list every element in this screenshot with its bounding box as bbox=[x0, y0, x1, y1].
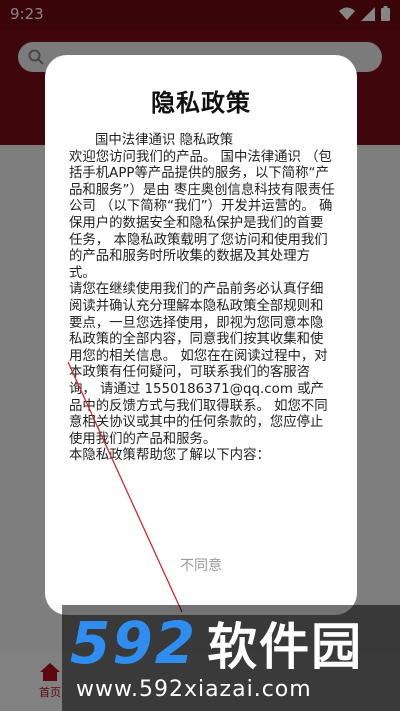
watermark-url: www.592xiazai.com bbox=[76, 677, 312, 702]
watermark-logo-number: 592 bbox=[70, 609, 198, 677]
watermark-logo: 592 软件园 bbox=[70, 607, 363, 679]
watermark-logo-text: 软件园 bbox=[207, 618, 364, 676]
watermark: 592 软件园 www.592xiazai.com bbox=[62, 605, 400, 711]
